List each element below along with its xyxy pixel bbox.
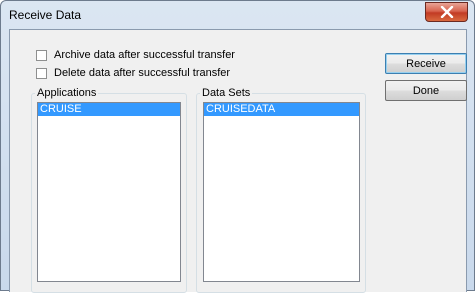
- receive-data-dialog: Receive Data Archive data after successf…: [0, 0, 475, 293]
- close-icon: [440, 6, 453, 18]
- dialog-client-area: Archive data after successful transfer D…: [9, 29, 467, 293]
- delete-label: Delete data after successful transfer: [54, 67, 231, 79]
- applications-listbox[interactable]: CRUISE: [37, 102, 181, 282]
- data-sets-legend: Data Sets: [200, 87, 253, 99]
- list-item[interactable]: CRUISE: [38, 103, 180, 116]
- close-button[interactable]: [425, 2, 468, 22]
- title-bar[interactable]: Receive Data: [1, 1, 474, 27]
- delete-option[interactable]: Delete data after successful transfer: [36, 66, 230, 80]
- receive-button[interactable]: Receive: [385, 53, 467, 74]
- done-button[interactable]: Done: [385, 80, 467, 101]
- list-item[interactable]: CRUISEDATA: [204, 103, 359, 116]
- window-title: Receive Data: [9, 8, 82, 22]
- archive-label: Archive data after successful transfer: [54, 49, 235, 61]
- archive-checkbox[interactable]: [36, 49, 47, 61]
- applications-legend: Applications: [35, 87, 99, 99]
- delete-checkbox[interactable]: [36, 67, 47, 79]
- data-sets-listbox[interactable]: CRUISEDATA: [203, 102, 360, 282]
- archive-option[interactable]: Archive data after successful transfer: [36, 48, 235, 62]
